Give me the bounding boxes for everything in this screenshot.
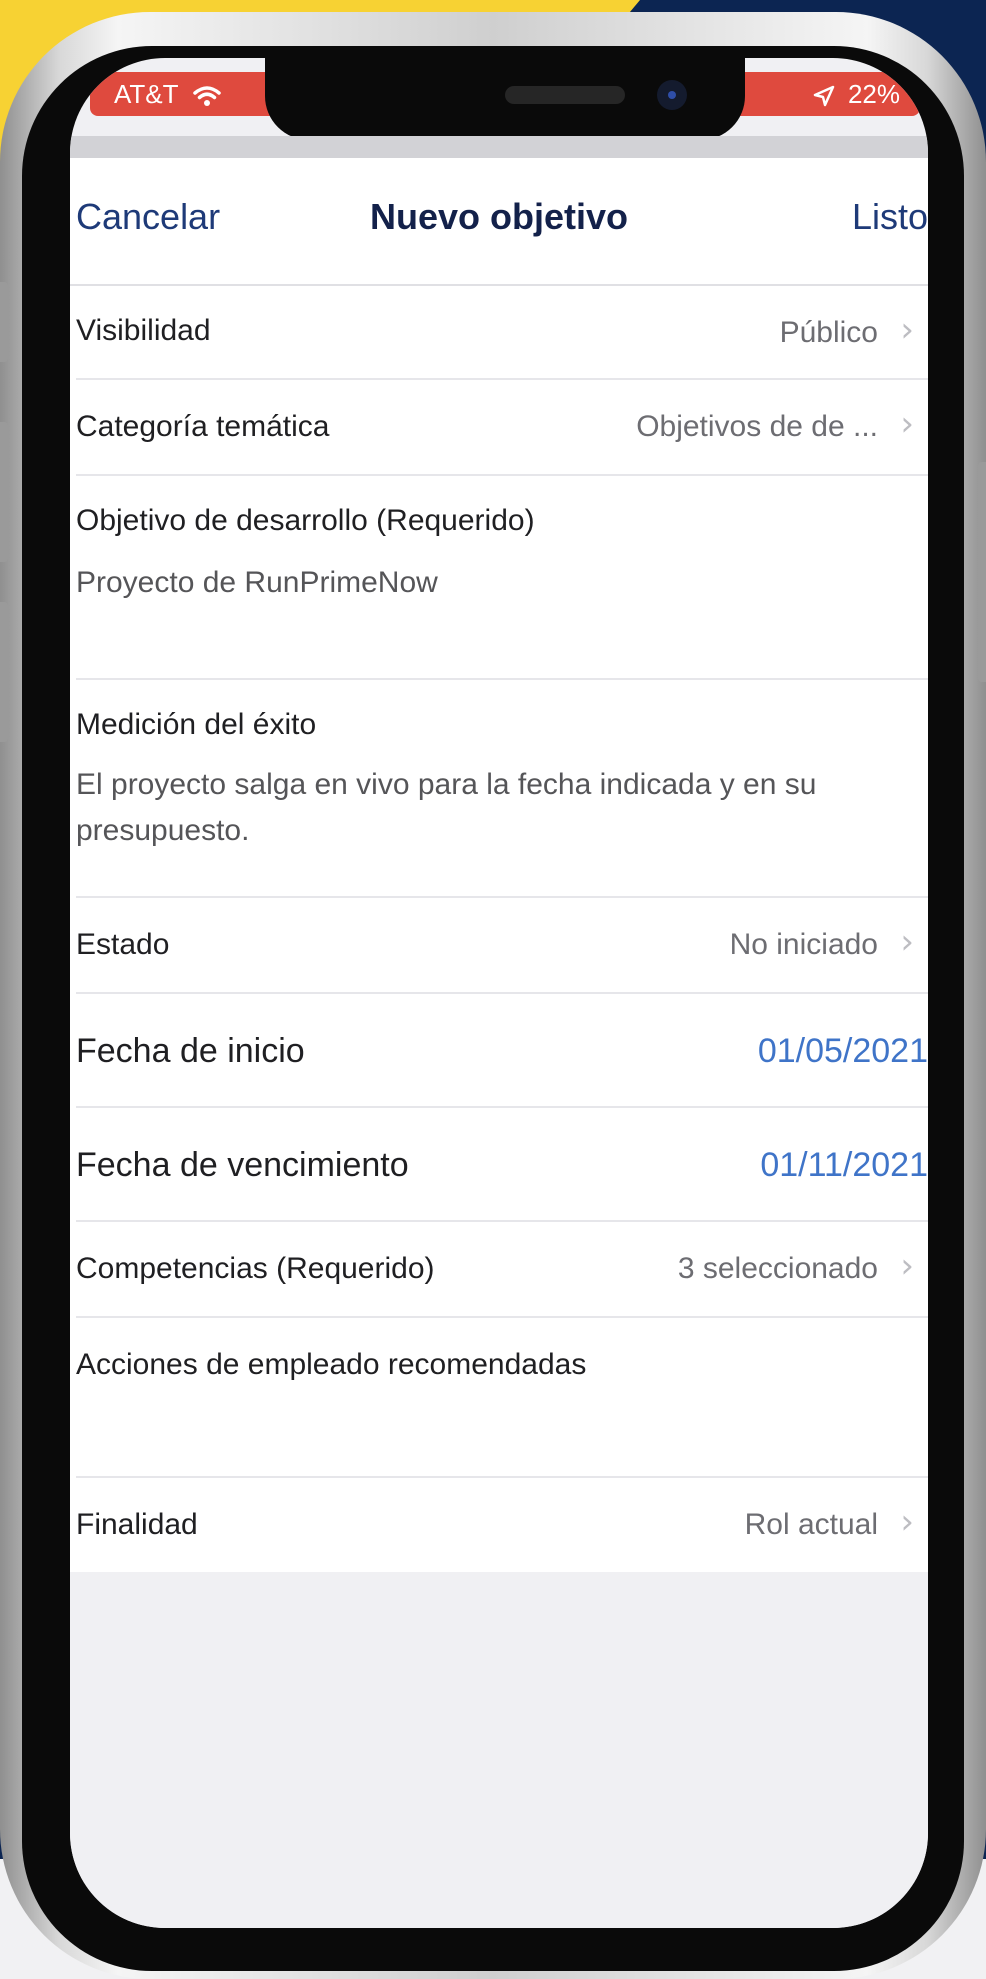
recommended-actions-row[interactable]: Acciones de empleado recomendadas: [70, 1318, 928, 1478]
success-measure-label: Medición del éxito: [76, 708, 317, 741]
chevron-right-icon: ›: [900, 404, 914, 444]
carrier-label: AT&T: [114, 79, 179, 109]
development-goal-value[interactable]: Proyecto de RunPrimeNow: [76, 560, 898, 606]
success-measure-value[interactable]: El proyecto salga en vivo para la fecha …: [76, 762, 898, 854]
speaker-grille: [505, 86, 625, 104]
category-row[interactable]: Categoría temática Objetivos de de ... ›: [70, 380, 928, 476]
volume-up-button: [0, 422, 8, 562]
chevron-right-icon: ›: [900, 922, 914, 962]
due-date-value[interactable]: 01/11/2021: [760, 1146, 928, 1185]
chevron-right-icon: ›: [900, 1246, 914, 1286]
due-date-label: Fecha de vencimiento: [76, 1146, 409, 1184]
navigation-bar: Nuevo objetivo Cancelar Listo: [70, 158, 928, 286]
goal-form: Visibilidad Público › Categoría temática…: [70, 286, 928, 1572]
visibility-value: Público: [779, 316, 878, 349]
status-bar-carrier: AT&T: [90, 72, 280, 116]
mute-switch: [0, 282, 8, 362]
phone-screen: AT&T 22% Nuevo objetivo Cancelar Listo V…: [70, 58, 928, 1928]
wifi-icon: [193, 86, 222, 107]
start-date-value[interactable]: 01/05/2021: [758, 1032, 928, 1071]
status-bar-battery: 22%: [730, 72, 920, 116]
location-arrow-icon: [813, 85, 834, 107]
competencies-row[interactable]: Competencias (Requerido) 3 seleccionado …: [70, 1222, 928, 1318]
category-label: Categoría temática: [76, 410, 330, 443]
success-measure-row[interactable]: Medición del éxito El proyecto salga en …: [70, 680, 928, 898]
visibility-label: Visibilidad: [76, 314, 211, 347]
visibility-row[interactable]: Visibilidad Público ›: [70, 286, 928, 380]
sheet-backdrop: [70, 136, 928, 160]
front-camera: [657, 80, 687, 110]
volume-down-button: [0, 602, 8, 742]
due-date-row[interactable]: Fecha de vencimiento 01/11/2021: [70, 1108, 928, 1222]
chevron-right-icon: ›: [900, 1502, 914, 1542]
purpose-value: Rol actual: [744, 1508, 878, 1541]
purpose-label: Finalidad: [76, 1508, 198, 1541]
competencies-value: 3 seleccionado: [677, 1252, 878, 1285]
development-goal-row[interactable]: Objetivo de desarrollo (Requerido) Proye…: [70, 476, 928, 680]
development-goal-label: Objetivo de desarrollo (Requerido): [76, 504, 535, 537]
status-value: No iniciado: [729, 928, 878, 961]
status-label: Estado: [76, 928, 170, 961]
start-date-row[interactable]: Fecha de inicio 01/05/2021: [70, 994, 928, 1108]
category-value: Objetivos de de ...: [636, 410, 878, 443]
purpose-row[interactable]: Finalidad Rol actual ›: [70, 1478, 928, 1572]
status-row[interactable]: Estado No iniciado ›: [70, 898, 928, 994]
power-button: [978, 462, 986, 682]
chevron-right-icon: ›: [900, 310, 914, 350]
phone-notch: [265, 58, 745, 140]
new-goal-sheet: Nuevo objetivo Cancelar Listo Visibilida…: [70, 158, 928, 1928]
competencies-label: Competencias (Requerido): [76, 1252, 435, 1285]
start-date-label: Fecha de inicio: [76, 1032, 305, 1070]
recommended-actions-label: Acciones de empleado recomendadas: [76, 1348, 587, 1381]
done-button[interactable]: Listo: [852, 196, 928, 238]
cancel-button[interactable]: Cancelar: [76, 196, 220, 238]
battery-percent: 22%: [847, 79, 900, 109]
